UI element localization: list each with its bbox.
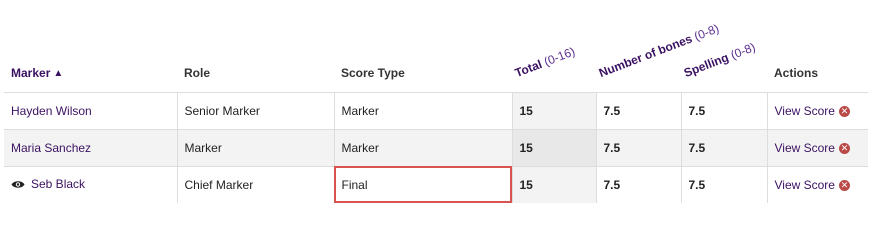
score-type-column-header: Score Type — [334, 0, 512, 92]
marker-cell: Seb Black — [4, 165, 177, 203]
view-score-link[interactable]: View Score — [775, 141, 835, 155]
total-cell: 15 — [511, 165, 596, 203]
actions-cell: View Score ✕ — [766, 91, 868, 129]
actions-header-label: Actions — [774, 65, 819, 80]
bones-column-header[interactable]: Number of bones (0-8) — [596, 0, 721, 92]
view-score-link[interactable]: View Score — [775, 104, 835, 118]
spelling-cell: 7.5 — [680, 165, 767, 203]
spelling-cell: 7.5 — [680, 91, 767, 129]
score-type-cell: Final — [333, 165, 512, 203]
actions-cell: View Score ✕ — [766, 128, 868, 166]
total-header-label: Total — [512, 56, 544, 80]
table-row: Maria Sanchez Marker Marker 15 7.5 7.5 V… — [4, 128, 868, 166]
table-row: Hayden Wilson Senior Marker Marker 15 7.… — [4, 91, 868, 129]
marker-header-label: Marker — [11, 65, 51, 80]
scores-table: Marker ▲ Role Score Type Total (0-16) Num… — [4, 0, 868, 203]
bones-cell: 7.5 — [595, 91, 681, 129]
total-column-header[interactable]: Total (0-16) — [512, 0, 596, 92]
marker-link[interactable]: Maria Sanchez — [11, 141, 91, 155]
view-score-link[interactable]: View Score — [775, 178, 835, 192]
score-type-cell: Marker — [333, 128, 512, 166]
bones-cell: 7.5 — [595, 128, 681, 166]
marker-link[interactable]: Seb Black — [31, 177, 85, 191]
spelling-header-label: Spelling — [681, 49, 731, 80]
role-column-header: Role — [177, 0, 334, 92]
marker-link[interactable]: Hayden Wilson — [11, 104, 92, 118]
remove-circle-icon[interactable]: ✕ — [838, 105, 850, 117]
table-row: Seb Black Chief Marker Final 15 7.5 7.5 … — [4, 165, 868, 203]
marker-cell: Maria Sanchez — [4, 128, 177, 166]
eye-icon[interactable] — [11, 178, 25, 192]
spelling-cell: 7.5 — [680, 128, 767, 166]
bones-header-label: Number of bones — [596, 31, 695, 80]
bones-cell: 7.5 — [595, 165, 681, 203]
total-header-range: (0-16) — [542, 43, 577, 69]
total-cell: 15 — [511, 128, 596, 166]
actions-column-header: Actions — [767, 0, 868, 92]
total-cell: 15 — [511, 91, 596, 129]
role-cell: Chief Marker — [176, 165, 334, 203]
spelling-column-header[interactable]: Spelling (0-8) — [681, 0, 767, 92]
marker-column-header[interactable]: Marker ▲ — [4, 0, 177, 92]
score-type-cell: Marker — [333, 91, 512, 129]
remove-circle-icon[interactable]: ✕ — [838, 142, 850, 154]
chevron-up-icon: ▲ — [53, 67, 64, 79]
spelling-header-range: (0-8) — [728, 39, 758, 62]
role-header-label: Role — [184, 65, 211, 80]
role-cell: Senior Marker — [176, 91, 334, 129]
marker-cell: Hayden Wilson — [4, 91, 177, 129]
remove-circle-icon[interactable]: ✕ — [838, 179, 850, 191]
actions-cell: View Score ✕ — [766, 165, 868, 203]
header-row: Marker ▲ Role Score Type Total (0-16) Num… — [4, 0, 868, 92]
role-cell: Marker — [176, 128, 334, 166]
score-type-header-label: Score Type — [341, 65, 405, 80]
